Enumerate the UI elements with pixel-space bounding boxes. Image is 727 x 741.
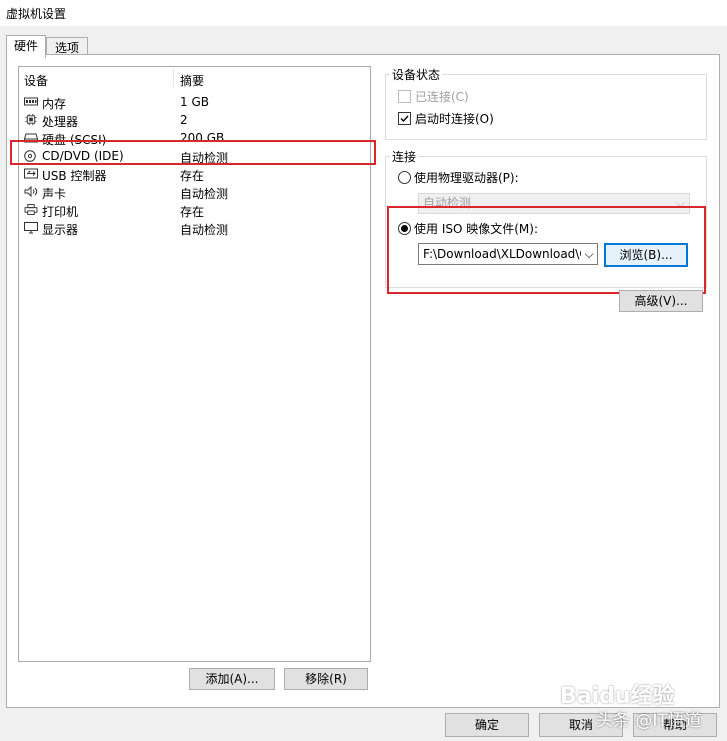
ok-button[interactable]: 确定 bbox=[445, 713, 529, 737]
title-bar: 虚拟机设置 bbox=[0, 0, 727, 26]
device-name: 显示器 bbox=[42, 223, 79, 237]
device-name: USB 控制器 bbox=[42, 169, 107, 183]
tab-options-label: 选项 bbox=[54, 41, 79, 55]
connected-checkbox[interactable] bbox=[398, 90, 411, 103]
usb-icon bbox=[24, 168, 38, 179]
memory-icon bbox=[24, 97, 38, 106]
device-name: 声卡 bbox=[42, 187, 67, 201]
device-row-usb[interactable]: USB 控制器 存在 bbox=[22, 165, 368, 183]
column-header-summary[interactable]: 摘要 bbox=[180, 72, 204, 89]
device-summary: 1 GB bbox=[180, 95, 209, 109]
device-summary: 存在 bbox=[180, 205, 205, 219]
device-name: 打印机 bbox=[42, 205, 79, 219]
add-button[interactable]: 添加(A)... bbox=[189, 668, 275, 690]
connected-label: 已连接(C) bbox=[415, 90, 469, 104]
cancel-button-label: 取消 bbox=[568, 718, 593, 732]
sound-icon bbox=[24, 186, 38, 197]
ok-button-label: 确定 bbox=[474, 718, 499, 732]
device-row-display[interactable]: 显示器 自动检测 bbox=[22, 219, 368, 237]
tab-hardware-label: 硬件 bbox=[13, 39, 38, 53]
device-row-processor[interactable]: 处理器 2 bbox=[22, 111, 368, 129]
column-header-device[interactable]: 设备 bbox=[24, 72, 48, 89]
remove-button[interactable]: 移除(R) bbox=[284, 668, 368, 690]
remove-button-label: 移除(R) bbox=[305, 672, 347, 686]
device-row-memory[interactable]: 内存 1 GB bbox=[22, 93, 368, 111]
connect-at-power-on-label: 启动时连接(O) bbox=[415, 112, 494, 126]
device-row-sound[interactable]: 声卡 自动检测 bbox=[22, 183, 368, 201]
physical-drive-label: 使用物理驱动器(P): bbox=[414, 171, 519, 185]
physical-drive-radio[interactable] bbox=[398, 171, 411, 184]
window-title: 虚拟机设置 bbox=[6, 7, 67, 21]
highlight-box-iso bbox=[387, 206, 706, 294]
printer-icon bbox=[24, 204, 38, 215]
cpu-icon bbox=[25, 114, 37, 125]
advanced-button[interactable]: 高级(V)... bbox=[619, 290, 703, 312]
highlight-box-cd-row bbox=[10, 140, 376, 165]
device-name: 处理器 bbox=[42, 115, 79, 129]
device-name: 内存 bbox=[42, 97, 67, 111]
device-summary: 自动检测 bbox=[180, 223, 229, 237]
connection-title: 连接 bbox=[390, 148, 419, 165]
connect-at-power-on-checkbox[interactable] bbox=[398, 112, 411, 125]
device-row-printer[interactable]: 打印机 存在 bbox=[22, 201, 368, 219]
toutiao-watermark: 头条 @IT悟道 bbox=[596, 711, 702, 731]
device-status-title: 设备状态 bbox=[390, 66, 443, 83]
checkmark-icon bbox=[400, 115, 409, 123]
column-divider[interactable] bbox=[173, 69, 174, 87]
monitor-icon bbox=[24, 222, 38, 234]
device-summary: 存在 bbox=[180, 169, 205, 183]
add-button-label: 添加(A)... bbox=[205, 672, 259, 686]
device-summary: 2 bbox=[180, 113, 188, 127]
tab-hardware[interactable]: 硬件 bbox=[6, 35, 46, 58]
device-summary: 自动检测 bbox=[180, 187, 229, 201]
advanced-button-label: 高级(V)... bbox=[634, 294, 688, 308]
device-status-group bbox=[385, 74, 707, 140]
